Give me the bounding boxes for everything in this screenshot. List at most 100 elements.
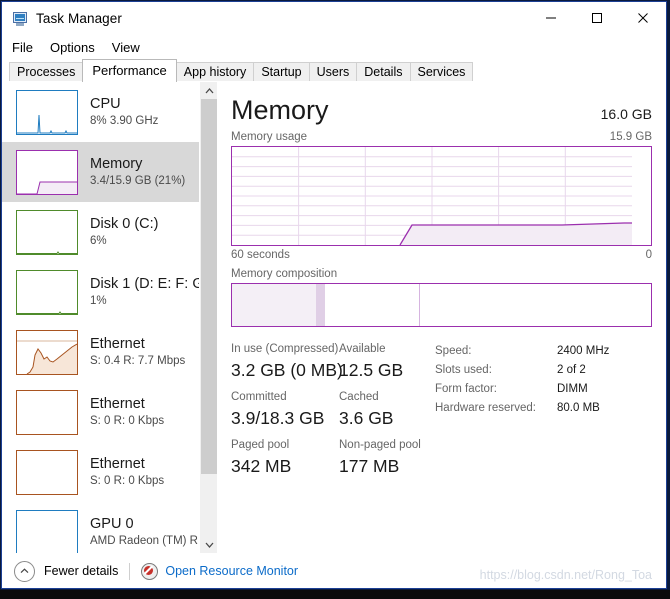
sidebar-item-label: Ethernet bbox=[90, 335, 145, 352]
scroll-down-icon[interactable] bbox=[201, 536, 217, 553]
resource-monitor-icon bbox=[141, 562, 159, 580]
watermark: https://blog.csdn.net/Rong_Toa bbox=[479, 568, 652, 582]
sidebar-item-label: Memory bbox=[90, 155, 143, 172]
graph-axis-labels: 60 seconds 0 bbox=[231, 249, 652, 261]
memory-usage-chart bbox=[232, 147, 632, 245]
sidebar-item-gpu-0[interactable]: GPU 0 AMD Radeon (TM) R bbox=[2, 502, 199, 553]
memory-usage-graph bbox=[231, 146, 652, 246]
sidebar-item-memory[interactable]: Memory 3.4/15.9 GB (21%) bbox=[2, 142, 199, 202]
stat-row-2: Committed 3.9/18.3 GB Cached 3.6 GB bbox=[231, 390, 431, 431]
tab-services[interactable]: Services bbox=[409, 62, 474, 82]
sidebar-item-disk-0[interactable]: Disk 0 (C:) 6% bbox=[2, 202, 199, 262]
taskbar bbox=[0, 590, 670, 599]
sidebar-item-label: Disk 0 (C:) bbox=[90, 215, 159, 232]
sidebar-item-label: Disk 1 (D: E: F: G bbox=[90, 275, 200, 292]
sidebar-item-disk-1[interactable]: Disk 1 (D: E: F: G 1% bbox=[2, 262, 199, 322]
open-resource-monitor-link[interactable]: Open Resource Monitor bbox=[165, 564, 298, 578]
stat-label: Non-paged pool bbox=[339, 439, 421, 451]
stat-in-use: In use (Compressed) 3.2 GB (0 MB) bbox=[231, 342, 343, 383]
sidebar-item-sub: S: 0.4 R: 7.7 Mbps bbox=[90, 354, 186, 367]
menu-bar: File Options View bbox=[2, 35, 666, 59]
composition-segment-modified bbox=[316, 284, 326, 326]
title-bar: Task Manager bbox=[2, 2, 666, 35]
chevron-up-circle-icon[interactable] bbox=[14, 560, 35, 582]
tab-performance[interactable]: Performance bbox=[82, 59, 177, 82]
sidebar-item-ethernet-1[interactable]: Ethernet S: 0.4 R: 7.7 Mbps bbox=[2, 322, 199, 382]
stat-value: 177 MB bbox=[339, 456, 400, 476]
spec-value: 2400 MHz bbox=[557, 345, 610, 357]
stat-label: Committed bbox=[231, 391, 287, 403]
sidebar-item-label: CPU bbox=[90, 95, 121, 112]
stat-committed: Committed 3.9/18.3 GB bbox=[231, 390, 339, 431]
sidebar-item-sub: 6% bbox=[90, 234, 107, 247]
scroll-up-icon[interactable] bbox=[201, 82, 217, 99]
memory-detail-panel: Memory 16.0 GB Memory usage 15.9 GB 60 s… bbox=[217, 82, 666, 553]
resource-list: CPU 8% 3.90 GHz Memory 3.4/15.9 GB (21%) bbox=[2, 82, 200, 553]
spec-value: 80.0 MB bbox=[557, 402, 600, 414]
menu-item-view[interactable]: View bbox=[112, 38, 149, 57]
memory-sparkline-icon bbox=[16, 149, 78, 195]
fewer-details-button[interactable]: Fewer details bbox=[44, 564, 118, 578]
task-manager-window: Task Manager File Options View Processes… bbox=[1, 1, 667, 589]
stat-non-paged-pool: Non-paged pool 177 MB bbox=[339, 438, 421, 479]
stat-label: In use (Compressed) bbox=[231, 343, 339, 355]
sidebar-item-sub: 8% 3.90 GHz bbox=[90, 114, 159, 127]
disk1-sparkline-icon bbox=[16, 269, 78, 315]
menu-item-file[interactable]: File bbox=[12, 38, 42, 57]
stat-paged-pool: Paged pool 342 MB bbox=[231, 438, 339, 479]
tab-bar: Processes Performance App history Startu… bbox=[2, 59, 666, 82]
usage-graph-max: 15.9 GB bbox=[609, 131, 652, 143]
sidebar-item-sub: 1% bbox=[90, 294, 107, 307]
stat-value: 12.5 GB bbox=[339, 360, 404, 380]
page-title: Memory bbox=[231, 95, 329, 125]
scrollbar-thumb[interactable] bbox=[201, 99, 217, 474]
tab-details[interactable]: Details bbox=[356, 62, 411, 82]
task-manager-icon bbox=[12, 11, 28, 27]
stat-value: 3.9/18.3 GB bbox=[231, 408, 325, 428]
stat-label: Cached bbox=[339, 391, 379, 403]
spec-slots-used: Slots used: 2 of 2 bbox=[435, 361, 652, 380]
stat-label: Available bbox=[339, 343, 386, 355]
spec-hardware-reserved: Hardware reserved: 80.0 MB bbox=[435, 399, 652, 418]
sidebar-item-label: GPU 0 bbox=[90, 515, 134, 532]
tab-users[interactable]: Users bbox=[308, 62, 358, 82]
memory-stats: In use (Compressed) 3.2 GB (0 MB) Availa… bbox=[231, 342, 652, 479]
tab-processes[interactable]: Processes bbox=[9, 62, 84, 82]
spec-value: 2 of 2 bbox=[557, 364, 586, 376]
composition-segment-in-use bbox=[232, 284, 317, 326]
memory-specs: Speed: 2400 MHz Slots used: 2 of 2 Form … bbox=[431, 342, 652, 479]
sidebar-item-sub: S: 0 R: 0 Kbps bbox=[90, 414, 165, 427]
composition-segment-free bbox=[420, 284, 651, 326]
ethernet1-sparkline-icon bbox=[16, 329, 78, 375]
sidebar-item-sub: S: 0 R: 0 Kbps bbox=[90, 474, 165, 487]
ethernet3-sparkline-icon bbox=[16, 449, 78, 495]
sidebar-item-ethernet-2[interactable]: Ethernet S: 0 R: 0 Kbps bbox=[2, 382, 199, 442]
stat-label: Paged pool bbox=[231, 439, 290, 451]
spec-key: Form factor: bbox=[435, 383, 497, 395]
tab-app-history[interactable]: App history bbox=[175, 62, 255, 82]
axis-label-right: 0 bbox=[645, 249, 652, 261]
sidebar-item-label: Ethernet bbox=[90, 395, 145, 412]
stat-row-3: Paged pool 342 MB Non-paged pool 177 MB bbox=[231, 438, 431, 479]
spec-key: Speed: bbox=[435, 345, 472, 357]
stat-cached: Cached 3.6 GB bbox=[339, 390, 393, 431]
ethernet2-sparkline-icon bbox=[16, 389, 78, 435]
sidebar-scrollbar[interactable] bbox=[200, 82, 217, 553]
window-title: Task Manager bbox=[36, 11, 122, 26]
tab-startup[interactable]: Startup bbox=[253, 62, 310, 82]
memory-total: 16.0 GB bbox=[600, 106, 652, 122]
stat-value: 342 MB bbox=[231, 456, 292, 476]
usage-graph-label: Memory usage bbox=[231, 131, 308, 143]
minimize-button[interactable] bbox=[528, 2, 574, 34]
usage-graph-header: Memory usage 15.9 GB bbox=[231, 131, 652, 143]
sidebar-item-cpu[interactable]: CPU 8% 3.90 GHz bbox=[2, 82, 199, 142]
stat-available: Available 12.5 GB bbox=[339, 342, 403, 383]
axis-label-left: 60 seconds bbox=[231, 249, 290, 261]
close-button[interactable] bbox=[620, 2, 666, 34]
spec-key: Slots used: bbox=[435, 364, 492, 376]
spec-form-factor: Form factor: DIMM bbox=[435, 380, 652, 399]
sidebar-item-ethernet-3[interactable]: Ethernet S: 0 R: 0 Kbps bbox=[2, 442, 199, 502]
menu-item-options[interactable]: Options bbox=[50, 38, 104, 57]
window-controls bbox=[528, 2, 666, 34]
maximize-button[interactable] bbox=[574, 2, 620, 34]
